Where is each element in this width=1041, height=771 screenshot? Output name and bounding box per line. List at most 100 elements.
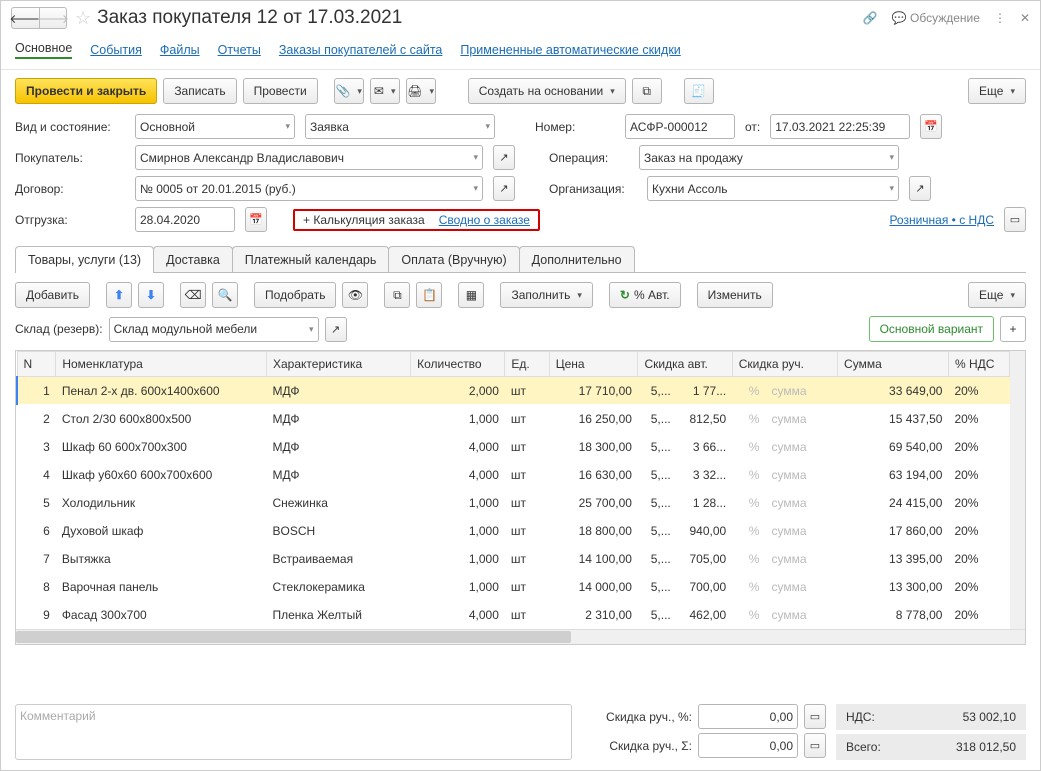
col-disc-manual[interactable]: Скидка руч. (732, 352, 837, 377)
status-value: Заявка (310, 120, 349, 134)
receipt-button[interactable]: 🧾 (684, 78, 714, 104)
tab-goods[interactable]: Товары, услуги (13) (15, 246, 154, 273)
buyer-open-button[interactable]: ↗ (493, 145, 515, 170)
horizontal-scrollbar[interactable] (16, 629, 1025, 644)
status-select[interactable]: Заявка▾ (305, 114, 495, 139)
paste-button[interactable]: 📋 (416, 282, 442, 308)
col-price[interactable]: Цена (549, 352, 638, 377)
close-icon[interactable]: ✕ (1020, 11, 1030, 25)
tab-files[interactable]: Файлы (160, 43, 200, 57)
vertical-scrollbar[interactable] (1010, 351, 1025, 629)
comment-textarea[interactable]: Комментарий (15, 704, 572, 760)
nds-total: НДС:53 002,10 (836, 704, 1026, 730)
variant-add-button[interactable]: + (1000, 316, 1026, 342)
col-char[interactable]: Характеристика (267, 352, 411, 377)
table-row[interactable]: 8Варочная панельСтеклокерамика1,000шт14 … (17, 573, 1010, 601)
more-button[interactable]: Еще (968, 78, 1026, 104)
disc-sum-value: 0,00 (770, 739, 793, 753)
pricing-mode-link[interactable]: Розничная • с НДС (889, 213, 994, 227)
link-icon[interactable]: 🔗 (863, 11, 878, 25)
post-and-close-button[interactable]: Провести и закрыть (15, 78, 157, 104)
attachment-menu-button[interactable]: 📎 (334, 78, 364, 104)
add-calculation-link[interactable]: + Калькуляция заказа (303, 213, 425, 227)
spreadsheet-button[interactable]: ▦ (458, 282, 484, 308)
table-row[interactable]: 1Пенал 2-х дв. 600х1400х600МДФ2,000шт17 … (17, 377, 1010, 405)
print-menu-button[interactable]: 🖨 (406, 78, 436, 104)
col-n[interactable]: N (17, 352, 56, 377)
stock-select[interactable]: Склад модульной мебели▾ (109, 317, 319, 342)
contract-input[interactable]: № 0005 от 20.01.2015 (руб.)▾ (135, 176, 483, 201)
col-qty[interactable]: Количество (411, 352, 505, 377)
structure-button[interactable]: ⧉ (632, 78, 662, 104)
col-name[interactable]: Номенклатура (56, 352, 267, 377)
table-row[interactable]: 3Шкаф 60 600х700х300МДФ4,000шт18 300,005… (17, 433, 1010, 461)
nav-back-button[interactable]: 🡐 (11, 7, 39, 29)
tab-additional[interactable]: Дополнительно (519, 246, 635, 273)
tab-site-orders[interactable]: Заказы покупателей с сайта (279, 43, 443, 57)
pick-button[interactable]: Подобрать (254, 282, 336, 308)
contract-open-button[interactable]: ↗ (493, 176, 515, 201)
disc-sum-input[interactable]: 0,00 (698, 733, 798, 758)
buyer-input[interactable]: Смирнов Александр Владиславович▾ (135, 145, 483, 170)
variant-button[interactable]: Основной вариант (869, 316, 994, 342)
table-row[interactable]: 4Шкаф у60х60 600х700х600МДФ4,000шт16 630… (17, 461, 1010, 489)
contract-label: Договор: (15, 182, 125, 196)
table-row[interactable]: 7ВытяжкаВстраиваемая1,000шт14 100,005,..… (17, 545, 1010, 573)
table-row[interactable]: 6Духовой шкафBOSCH1,000шт18 800,005,...9… (17, 517, 1010, 545)
table-row[interactable]: 5ХолодильникСнежинка1,000шт25 700,005,..… (17, 489, 1010, 517)
org-value: Кухни Ассоль (652, 182, 727, 196)
edit-button[interactable]: Изменить (697, 282, 773, 308)
stock-open-button[interactable]: ↗ (325, 317, 347, 342)
order-summary-link[interactable]: Сводно о заказе (439, 213, 530, 227)
post-button[interactable]: Провести (243, 78, 318, 104)
stock-label: Склад (резерв): (15, 322, 103, 336)
ship-date-input[interactable]: 28.04.2020 (135, 207, 235, 232)
tab-reports[interactable]: Отчеты (218, 43, 261, 57)
tab-events[interactable]: События (90, 43, 142, 57)
tab-payment-calendar[interactable]: Платежный календарь (232, 246, 390, 273)
ship-date-picker-button[interactable]: 📅 (245, 207, 267, 232)
pricing-settings-button[interactable]: ▭ (1004, 207, 1026, 232)
from-label: от: (745, 120, 760, 134)
kebab-menu-icon[interactable]: ⋮ (994, 11, 1006, 25)
barcode-button[interactable]: ⌫ (180, 282, 206, 308)
fill-button[interactable]: Заполнить (500, 282, 592, 308)
col-unit[interactable]: Ед. (505, 352, 549, 377)
scanner-button[interactable]: 🔍 (212, 282, 238, 308)
operation-select[interactable]: Заказ на продажу▾ (639, 145, 899, 170)
visibility-button[interactable]: 👁 (342, 282, 368, 308)
more-button-2[interactable]: Еще (968, 282, 1026, 308)
save-button[interactable]: Записать (163, 78, 236, 104)
disc-pct-calc-button[interactable]: ▭ (804, 704, 826, 729)
move-up-button[interactable]: ⬆ (106, 282, 132, 308)
kind-select[interactable]: Основной▾ (135, 114, 295, 139)
org-input[interactable]: Кухни Ассоль▾ (647, 176, 899, 201)
col-vat[interactable]: % НДС (948, 352, 1009, 377)
add-row-button[interactable]: Добавить (15, 282, 90, 308)
col-disc-auto[interactable]: Скидка авт. (638, 352, 732, 377)
tab-delivery[interactable]: Доставка (153, 246, 233, 273)
org-open-button[interactable]: ↗ (909, 176, 931, 201)
number-label: Номер: (535, 120, 615, 134)
create-based-button[interactable]: Создать на основании (468, 78, 626, 104)
disc-sum-calc-button[interactable]: ▭ (804, 733, 826, 758)
date-picker-button[interactable]: 📅 (920, 114, 942, 139)
col-sum[interactable]: Сумма (838, 352, 949, 377)
move-down-button[interactable]: ⬇ (138, 282, 164, 308)
goods-table: N Номенклатура Характеристика Количество… (15, 350, 1026, 645)
table-row[interactable]: 2Стол 2/30 600х800х500МДФ1,000шт16 250,0… (17, 405, 1010, 433)
tab-main[interactable]: Основное (15, 41, 72, 59)
nav-forward-button[interactable]: 🡒 (39, 7, 67, 29)
copy-button[interactable]: ⧉ (384, 282, 410, 308)
tab-discounts[interactable]: Примененные автоматические скидки (460, 43, 680, 57)
favorite-star-icon[interactable]: ☆ (75, 8, 91, 29)
auto-discount-button[interactable]: ↻ % Авт. (609, 282, 681, 308)
table-row[interactable]: 9Фасад 300х700Пленка Желтый4,000шт2 310,… (17, 601, 1010, 629)
date-input[interactable]: 17.03.2021 22:25:39 (770, 114, 910, 139)
discussion-button[interactable]: 💬 Обсуждение (892, 11, 980, 25)
number-input[interactable]: АСФР-000012 (625, 114, 735, 139)
tab-payment-manual[interactable]: Оплата (Вручную) (388, 246, 519, 273)
ship-label: Отгрузка: (15, 213, 125, 227)
disc-pct-input[interactable]: 0,00 (698, 704, 798, 729)
email-menu-button[interactable]: ✉ (370, 78, 400, 104)
